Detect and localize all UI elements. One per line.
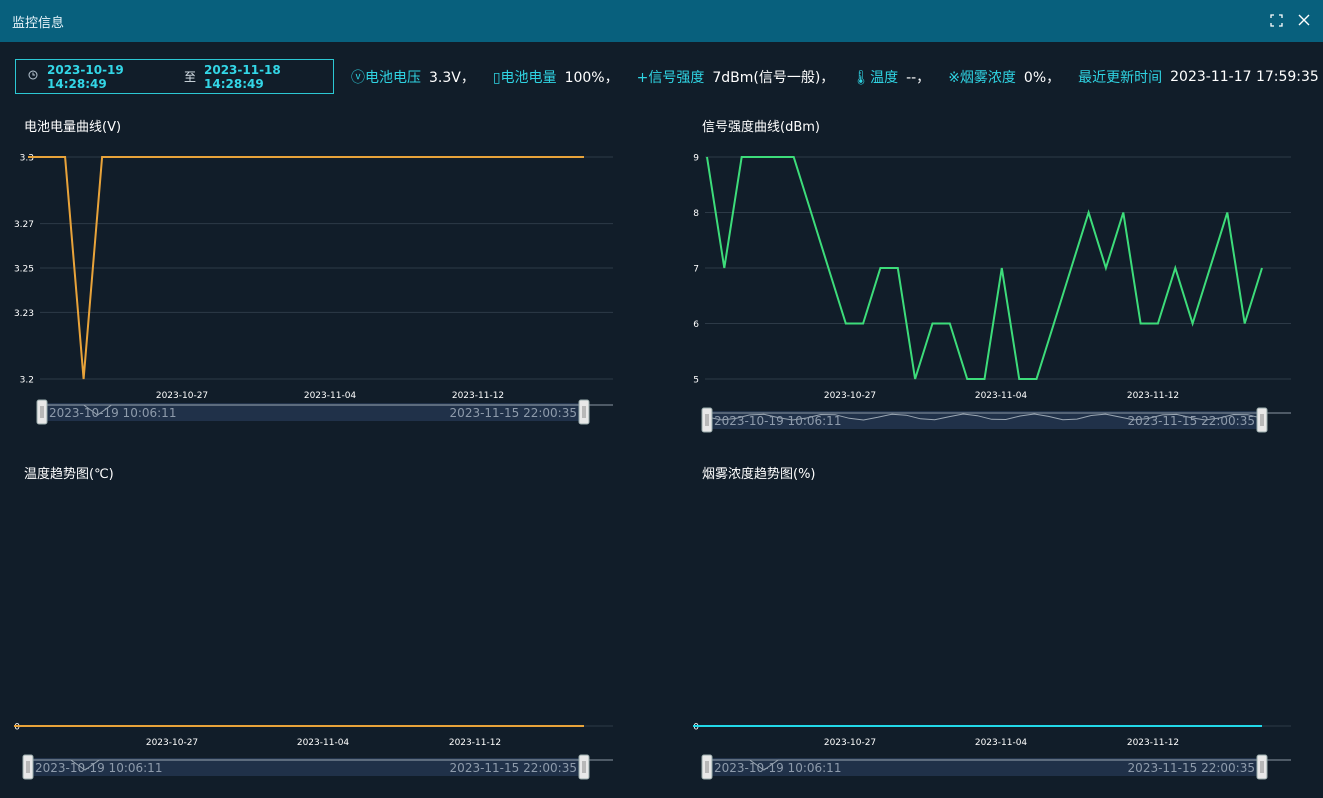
temperature-chart-title: 温度趋势图(℃): [24, 467, 114, 482]
zoom-start-label: 2023-10-19 10:06:11: [35, 761, 162, 775]
x-tick-label: 2023-10-27: [824, 738, 876, 748]
zoom-handle-right[interactable]: [1256, 754, 1268, 780]
zoom-handle-left[interactable]: [701, 754, 713, 780]
x-tick-label: 2023-10-27: [156, 391, 208, 401]
y-tick-label: 0: [693, 723, 699, 733]
zoom-start-label: 2023-10-19 10:06:11: [714, 414, 841, 428]
signal-chart-title: 信号强度曲线(dBm): [702, 120, 820, 135]
voltage-chart: 3.3 3.27 3.25 3.23 3.2 2023-10-27 2023-11-04 20…: [14, 154, 613, 425]
window-titlebar: 监控信息: [0, 0, 1323, 42]
x-tick-label: 2023-11-04: [304, 391, 357, 401]
y-tick-label: 7: [693, 265, 699, 275]
temperature-value: --，: [906, 69, 931, 86]
x-tick-label: 2023-10-27: [146, 738, 198, 748]
updated-value: 2023-11-17 17:59:35: [1170, 68, 1319, 85]
window-title: 监控信息: [12, 15, 65, 31]
y-tick-label: 6: [693, 320, 699, 330]
y-tick-label: 0: [14, 723, 20, 733]
zoom-end-label: 2023-11-15 22:00:35: [450, 761, 577, 775]
signal-chart: 9 8 7 6 5 2023-10-27 2023-11-04 2023-11-12 2023-…: [693, 154, 1291, 433]
voltage-chart-title: 电池电量曲线(V): [24, 120, 122, 135]
zoom-handle-left[interactable]: [36, 399, 48, 425]
start-date[interactable]: 2023-10-19 14:28:49: [47, 63, 176, 91]
smoke-chart: 0 2023-10-27 2023-11-04 2023-11-12 2023-10-1…: [692, 723, 1291, 780]
y-tick-label: 3.27: [14, 220, 34, 230]
y-tick-label: 3.3: [20, 154, 34, 164]
zoom-handle-left[interactable]: [701, 407, 713, 433]
smoke-label: ※烟雾浓度: [948, 69, 1016, 86]
status-bar: ⓥ电池电压 3.3V， ▯电池电量 100%， +信号强度 7dBm(信号一般)…: [351, 59, 1319, 94]
x-tick-label: 2023-11-04: [297, 738, 350, 748]
x-tick-label: 2023-11-12: [1127, 738, 1179, 748]
y-tick-label: 3.23: [14, 309, 34, 319]
y-tick-label: 3.25: [14, 265, 34, 275]
x-tick-label: 2023-11-04: [975, 391, 1028, 401]
y-tick-label: 5: [693, 376, 699, 386]
x-tick-label: 2023-11-12: [1127, 391, 1179, 401]
battery-value: 100%，: [564, 69, 619, 86]
signal-value: 7dBm(信号一般)，: [712, 69, 835, 86]
smoke-chart-title: 烟雾浓度趋势图(%): [702, 467, 816, 482]
zoom-end-label: 2023-11-15 22:00:35: [1128, 414, 1255, 428]
fullscreen-icon[interactable]: [1269, 14, 1283, 28]
zoom-handle-left[interactable]: [22, 754, 34, 780]
battery-label: ▯电池电量: [492, 69, 557, 86]
y-tick-label: 9: [693, 154, 699, 164]
x-tick-label: 2023-11-12: [449, 738, 501, 748]
x-tick-label: 2023-11-04: [975, 738, 1028, 748]
voltage-value: 3.3V，: [429, 69, 475, 86]
zoom-handle-right[interactable]: [578, 399, 590, 425]
zoom-start-label: 2023-10-19 10:06:11: [49, 406, 176, 420]
temperature-chart: 0 2023-10-27 2023-11-04 2023-11-12 2023-10-1…: [13, 723, 613, 780]
clock-icon: [28, 70, 39, 83]
close-icon[interactable]: [1297, 14, 1311, 28]
updated-label: 最近更新时间: [1078, 69, 1163, 86]
voltage-label: ⓥ电池电压: [351, 69, 421, 86]
date-range-picker[interactable]: 2023-10-19 14:28:49 至 2023-11-18 14:28:4…: [15, 59, 334, 94]
zoom-start-label: 2023-10-19 10:06:11: [714, 761, 841, 775]
zoom-handle-right[interactable]: [1256, 407, 1268, 433]
temperature-label: 🌡温度: [852, 69, 899, 86]
x-tick-label: 2023-10-27: [824, 391, 876, 401]
end-date[interactable]: 2023-11-18 14:28:49: [204, 63, 333, 91]
smoke-value: 0%，: [1023, 69, 1061, 86]
zoom-handle-right[interactable]: [578, 754, 590, 780]
signal-label: +信号强度: [636, 69, 705, 86]
x-tick-label: 2023-11-12: [452, 391, 504, 401]
zoom-end-label: 2023-11-15 22:00:35: [450, 406, 577, 420]
y-tick-label: 8: [693, 209, 699, 219]
zoom-end-label: 2023-11-15 22:00:35: [1128, 761, 1255, 775]
range-separator: 至: [183, 70, 196, 84]
y-tick-label: 3.2: [20, 376, 34, 386]
